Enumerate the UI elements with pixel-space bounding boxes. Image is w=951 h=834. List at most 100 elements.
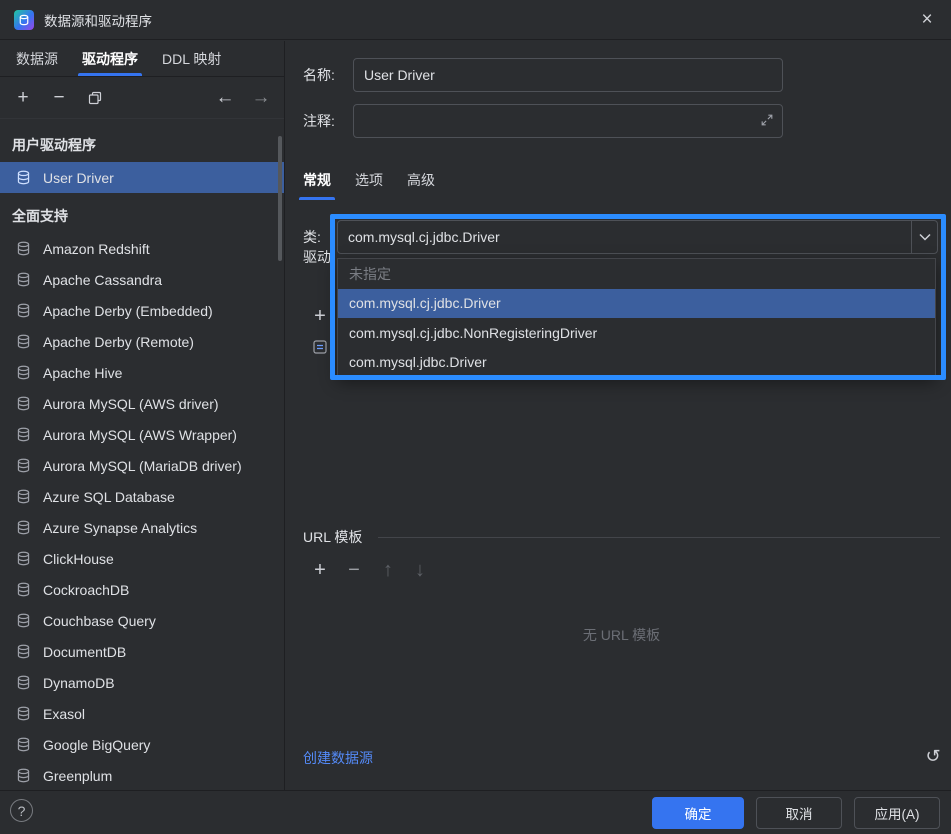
sidebar-item-label: CockroachDB [43, 581, 130, 598]
sidebar-item-label: Apache Derby (Remote) [43, 333, 194, 350]
clickhouse-icon [15, 551, 31, 567]
dropdown-option[interactable]: com.mysql.jdbc.Driver [338, 348, 935, 376]
window-title: 数据源和驱动程序 [44, 13, 152, 29]
add-driver-file-icon[interactable]: + [310, 306, 330, 326]
expand-icon[interactable] [760, 113, 774, 130]
sidebar-item-label: Apache Hive [43, 364, 123, 381]
sidebar-item-label: Google BigQuery [43, 736, 151, 753]
tab-0[interactable]: 常规 [291, 160, 343, 200]
dynamodb-icon [15, 675, 31, 691]
list-scrollbar[interactable] [278, 136, 282, 261]
move-down-icon[interactable]: ↓ [410, 560, 430, 580]
greenplum-icon [15, 768, 31, 784]
undo-icon[interactable]: ↺ [922, 745, 944, 767]
section-separator [378, 537, 940, 538]
sidebar-item-label: Azure Synapse Analytics [43, 519, 198, 536]
name-label: 名称: [303, 67, 335, 83]
sidebar-item-label: DocumentDB [43, 643, 127, 660]
sidebar-item[interactable]: Azure SQL Database [0, 481, 284, 512]
sidebar-item[interactable]: Exasol [0, 698, 284, 729]
tab-0[interactable]: 数据源 [4, 41, 70, 76]
create-data-source-link[interactable]: 创建数据源 [303, 749, 373, 767]
sidebar-item-label: Aurora MySQL (AWS driver) [43, 395, 219, 412]
driver-class-combobox[interactable]: com.mysql.cj.jdbc.Driver [337, 220, 938, 254]
close-icon[interactable]: × [915, 8, 939, 32]
back-icon[interactable]: ← [216, 88, 235, 107]
sidebar-item[interactable]: Aurora MySQL (AWS Wrapper) [0, 419, 284, 450]
sidebar-item-label: Apache Derby (Embedded) [43, 302, 213, 319]
group-header: 用户驱动程序 [12, 137, 96, 153]
aurora-mysql-icon [15, 396, 31, 412]
driver-class-value: com.mysql.cj.jdbc.Driver [348, 229, 500, 245]
sidebar-item[interactable]: Apache Cassandra [0, 264, 284, 295]
aurora-mysql-icon [15, 458, 31, 474]
form-tabs: 常规 选项 高级 [291, 160, 447, 200]
driver-files-label: 驱动 [303, 249, 331, 265]
derby-remote-icon [15, 334, 31, 350]
chevron-down-icon[interactable] [911, 221, 937, 253]
tab-2[interactable]: 高级 [395, 160, 447, 200]
move-up-icon[interactable]: ↑ [378, 560, 398, 580]
dropdown-option[interactable]: com.mysql.cj.jdbc.Driver [338, 288, 935, 318]
driver-settings-panel: 名称: 注释: 常规选项高级 类: 驱动 + com.mysql.cj.jdbc… [286, 41, 951, 790]
cancel-button[interactable]: 取消 [756, 797, 842, 829]
sidebar-toolbar: + − ← → [0, 77, 284, 119]
tab-1[interactable]: 驱动程序 [70, 41, 150, 76]
couchbase-icon [15, 613, 31, 629]
left-panel: 数据源 驱动程序 DDL 映射 + − ← → 用户驱动程序 User Driver 全… [0, 41, 285, 790]
copy-icon[interactable] [86, 89, 104, 107]
documentdb-icon [15, 644, 31, 660]
sidebar-item[interactable]: DynamoDB [0, 667, 284, 698]
azure-sql-icon [15, 489, 31, 505]
sidebar-item[interactable]: Couchbase Query [0, 605, 284, 636]
dropdown-option[interactable]: com.mysql.cj.jdbc.NonRegisteringDriver [338, 318, 935, 348]
redshift-icon [15, 241, 31, 257]
sidebar-item-label: Apache Cassandra [43, 271, 163, 288]
add-url-icon[interactable]: + [310, 560, 330, 580]
help-icon[interactable]: ? [10, 799, 33, 822]
sidebar-item-label: User Driver [43, 169, 114, 186]
remove-icon[interactable]: − [50, 88, 68, 107]
url-templates-title: URL 模板 [303, 529, 363, 545]
tab-1[interactable]: 选项 [343, 160, 395, 200]
sidebar-item[interactable]: Apache Derby (Embedded) [0, 295, 284, 326]
button-row: 确定 取消 应用(A) [652, 797, 940, 829]
sidebar-item[interactable]: Apache Derby (Remote) [0, 326, 284, 357]
driver-class-dropdown: 未指定 com.mysql.cj.jdbc.Driver com.mysql.cj.… [337, 258, 936, 376]
azure-synapse-icon [15, 520, 31, 536]
driver-file-icon[interactable] [310, 337, 330, 357]
sidebar-item[interactable]: Greenplum [0, 760, 284, 790]
comment-input[interactable] [353, 104, 783, 138]
sidebar-item-label: Couchbase Query [43, 612, 156, 629]
sidebar-item[interactable]: User Driver [0, 162, 284, 193]
data-sources-dialog: 数据源和驱动程序 × 数据源 驱动程序 DDL 映射 + − ← → 用户驱动程序 U… [0, 0, 951, 834]
sidebar-item[interactable]: DocumentDB [0, 636, 284, 667]
sidebar-item[interactable]: Apache Hive [0, 357, 284, 388]
apply-button[interactable]: 应用(A) [854, 797, 940, 829]
name-input[interactable] [353, 58, 783, 92]
sidebar-item-label: Exasol [43, 705, 86, 722]
remove-url-icon[interactable]: − [344, 560, 364, 580]
sidebar-item[interactable]: Aurora MySQL (AWS driver) [0, 388, 284, 419]
sidebar-item[interactable]: Google BigQuery [0, 729, 284, 760]
sidebar-item-label: Azure SQL Database [43, 488, 175, 505]
sidebar-item[interactable]: Amazon Redshift [0, 233, 284, 264]
cockroachdb-icon [15, 582, 31, 598]
app-icon [14, 9, 34, 30]
sidebar-item[interactable]: CockroachDB [0, 574, 284, 605]
sidebar-item[interactable]: ClickHouse [0, 543, 284, 574]
sidebar-item-label: Aurora MySQL (AWS Wrapper) [43, 426, 237, 443]
ok-button[interactable]: 确定 [652, 797, 744, 829]
add-icon[interactable]: + [14, 88, 32, 107]
sidebar-item-label: DynamoDB [43, 674, 115, 691]
tab-2[interactable]: DDL 映射 [150, 41, 233, 76]
bigquery-icon [15, 737, 31, 753]
sidebar-item-label: Amazon Redshift [43, 240, 150, 257]
sidebar-item[interactable]: Aurora MySQL (MariaDB driver) [0, 450, 284, 481]
driver-list: 用户驱动程序 User Driver 全面支持 Amazon Redshift Apac… [0, 120, 284, 790]
sidebar-item[interactable]: Azure Synapse Analytics [0, 512, 284, 543]
forward-icon[interactable]: → [252, 88, 271, 107]
sidebar-item-label: ClickHouse [43, 550, 114, 567]
dropdown-option[interactable]: 未指定 [338, 259, 935, 289]
url-templates-empty-text: 无 URL 模板 [582, 627, 661, 643]
